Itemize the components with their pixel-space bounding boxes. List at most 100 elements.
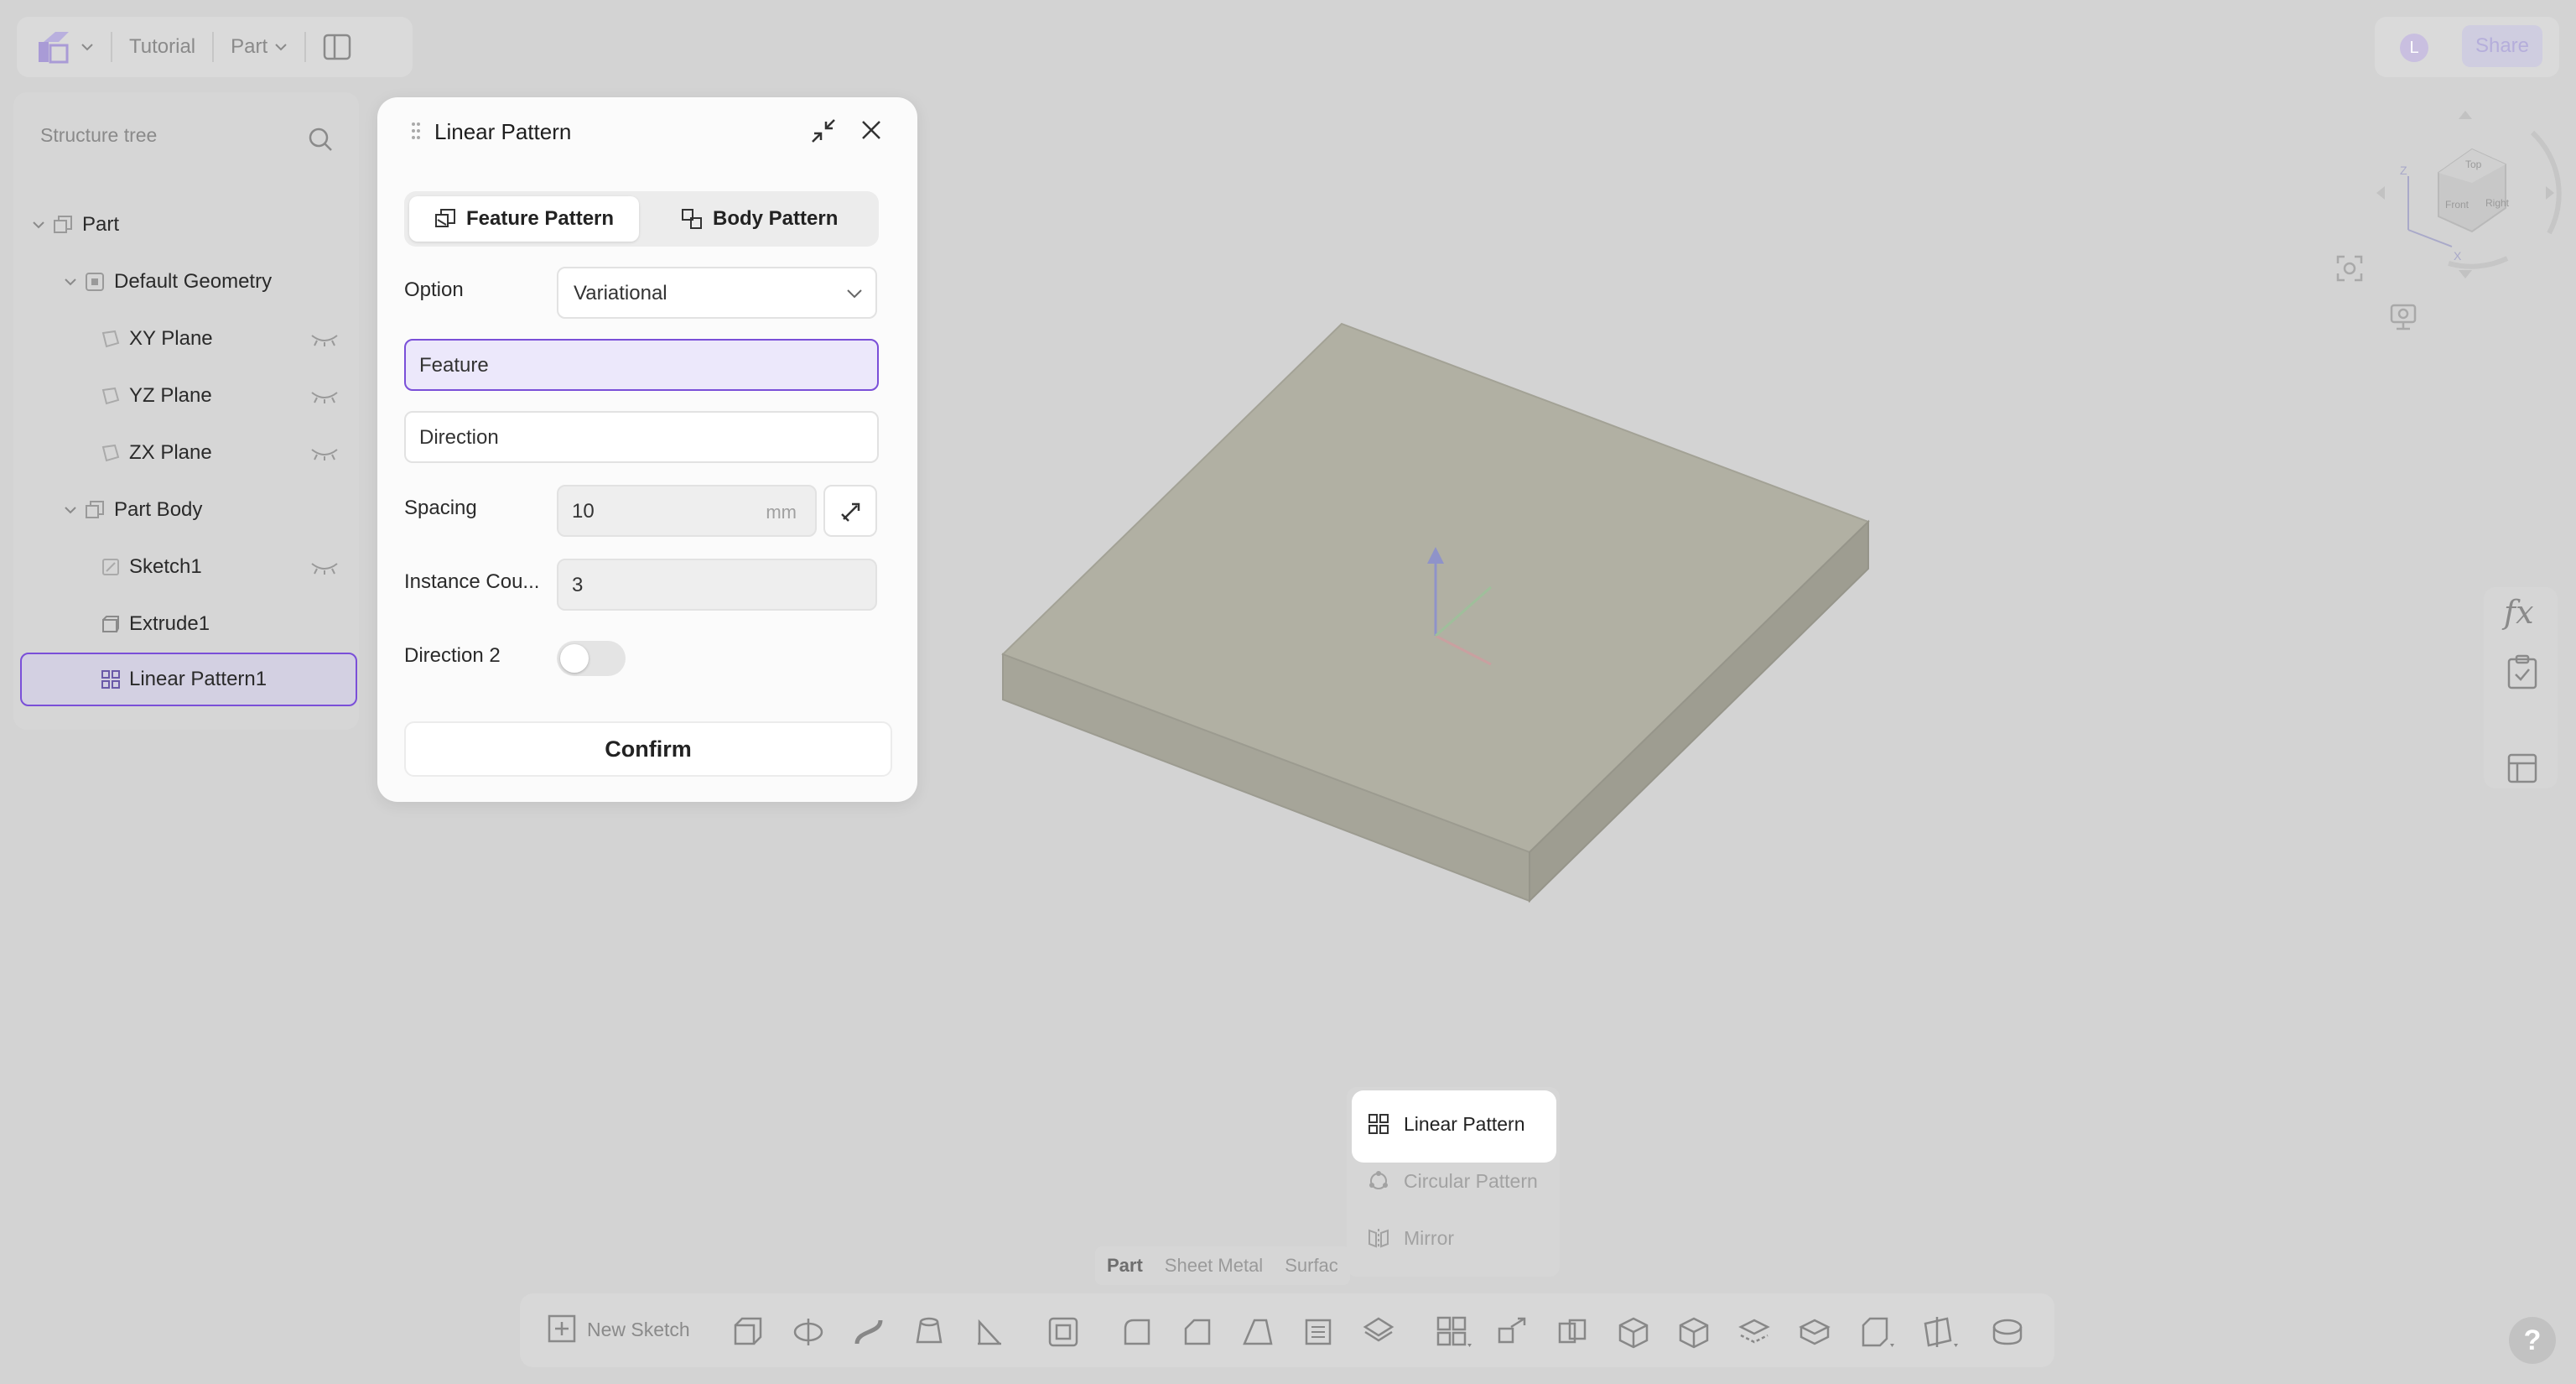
direction-field-text: Direction: [419, 426, 499, 449]
direction2-label: Direction 2: [404, 644, 501, 667]
formula-button[interactable]: fx: [2504, 594, 2534, 631]
fit-view-icon[interactable]: [2334, 253, 2365, 284]
measure-pick-button[interactable]: [823, 485, 877, 537]
option-select[interactable]: Variational: [557, 267, 877, 319]
drag-handle-icon[interactable]: [411, 121, 421, 144]
tree-item-label: XY Plane: [129, 327, 213, 350]
menu-item-circular-pattern[interactable]: Circular Pattern: [1367, 1169, 1538, 1193]
split-icon[interactable]: [1737, 1315, 1771, 1349]
tree-item-zx-plane[interactable]: ZX Plane: [101, 428, 212, 478]
confirm-button[interactable]: Confirm: [404, 721, 892, 777]
eye-closed-icon[interactable]: [310, 446, 339, 461]
loft-icon[interactable]: [912, 1315, 946, 1349]
sweep-icon[interactable]: [852, 1315, 886, 1349]
spacing-input[interactable]: 10 mm: [557, 485, 817, 537]
menu-item-mirror[interactable]: Mirror: [1367, 1226, 1454, 1250]
circular-pattern-icon: [1369, 1171, 1388, 1189]
checklist-icon[interactable]: [2506, 654, 2539, 691]
chevron-down-icon: [65, 507, 76, 514]
chevron-down-icon: [847, 289, 862, 299]
svg-text:Right: Right: [2485, 197, 2510, 209]
instance-count-input[interactable]: 3: [557, 559, 877, 611]
revolve-icon[interactable]: [792, 1315, 825, 1349]
divider: [304, 32, 307, 62]
combine-icon[interactable]: [1556, 1315, 1590, 1349]
body-pattern-icon: [682, 209, 702, 229]
display-mode-icon[interactable]: [2388, 302, 2418, 332]
breadcrumb-tutorial[interactable]: Tutorial: [129, 35, 195, 59]
help-button[interactable]: ?: [2509, 1317, 2556, 1364]
tree-item-sketch1[interactable]: Sketch1: [101, 542, 202, 592]
share-button[interactable]: Share: [2462, 25, 2542, 67]
tree-item-part[interactable]: Part: [32, 200, 119, 250]
tab-sheet-metal[interactable]: Sheet Metal: [1165, 1255, 1263, 1277]
thread-icon[interactable]: [1362, 1315, 1395, 1349]
linear-pattern-icon: [1368, 1114, 1389, 1134]
fillet-icon[interactable]: [1120, 1315, 1154, 1349]
collapse-icon[interactable]: [810, 117, 837, 144]
svg-text:Top: Top: [2465, 159, 2482, 170]
svg-text:Z: Z: [2400, 164, 2407, 177]
measure-icon[interactable]: [1991, 1315, 2024, 1349]
new-sketch-button[interactable]: New Sketch: [547, 1314, 690, 1345]
tab-surface[interactable]: Surfac: [1285, 1255, 1338, 1277]
extrude-icon: [102, 616, 119, 632]
draft-icon[interactable]: [1241, 1315, 1275, 1349]
close-icon[interactable]: [859, 117, 884, 143]
panel-toggle-icon[interactable]: [323, 33, 351, 61]
tab-part[interactable]: Part: [1107, 1255, 1143, 1277]
feature-selection-field[interactable]: Feature: [404, 339, 879, 391]
pattern-menu-icon[interactable]: [1436, 1315, 1472, 1349]
tree-item-xy-plane[interactable]: XY Plane: [101, 314, 213, 364]
plane-icon: [101, 330, 120, 348]
body-icon: [86, 501, 104, 518]
eye-closed-icon[interactable]: [310, 389, 339, 404]
avatar[interactable]: L: [2400, 34, 2428, 62]
menu-item-linear-pattern[interactable]: Linear Pattern: [1367, 1112, 1524, 1136]
solid-icon[interactable]: [1677, 1315, 1711, 1349]
option-label: Option: [404, 278, 464, 301]
svg-text:Front: Front: [2445, 199, 2470, 211]
sketch-plane-icon[interactable]: [1922, 1315, 1959, 1349]
tree-item-label: Part: [82, 213, 120, 236]
top-bar: Tutorial Part: [17, 17, 413, 77]
eye-closed-icon[interactable]: [310, 332, 339, 347]
model-viewport[interactable]: [989, 310, 1878, 914]
tree-item-label: Part Body: [114, 498, 203, 521]
divider: [111, 32, 112, 62]
tree-item-yz-plane[interactable]: YZ Plane: [101, 371, 212, 421]
hole-icon[interactable]: [1301, 1315, 1335, 1349]
option-select-value: Variational: [574, 282, 667, 304]
geometry-icon: [86, 273, 104, 291]
tree-item-linear-pattern1[interactable]: Linear Pattern1: [101, 654, 267, 705]
feature-pattern-icon: [435, 209, 455, 227]
move-body-icon[interactable]: [1496, 1315, 1530, 1349]
box-icon[interactable]: [1617, 1315, 1650, 1349]
chevron-down-icon: [65, 278, 76, 286]
rib-icon[interactable]: [973, 1315, 1006, 1349]
tree-item-label: YZ Plane: [129, 384, 212, 407]
reference-geometry-icon[interactable]: [1858, 1315, 1895, 1349]
extrude-icon[interactable]: [731, 1315, 765, 1349]
tree-item-default-geometry[interactable]: Default Geometry: [64, 257, 272, 307]
library-icon[interactable]: [2506, 752, 2539, 785]
part-mode-dropdown[interactable]: Part: [231, 35, 288, 59]
tab-feature-pattern-label-wrap: Feature Pattern: [433, 206, 614, 232]
search-icon[interactable]: [307, 126, 334, 153]
direction2-toggle[interactable]: [557, 641, 626, 676]
shell-icon[interactable]: [1046, 1315, 1080, 1349]
chamfer-icon[interactable]: [1181, 1315, 1214, 1349]
app-menu-button[interactable]: [37, 30, 94, 64]
eye-closed-icon[interactable]: [310, 560, 339, 575]
tree-item-part-body[interactable]: Part Body: [64, 485, 202, 535]
thicken-icon[interactable]: [1798, 1315, 1831, 1349]
tree-item-label: Default Geometry: [114, 270, 273, 293]
chevron-down-icon: [81, 44, 93, 51]
view-cube-icon[interactable]: Top Front Right Z X: [2365, 99, 2566, 292]
mirror-icon: [1368, 1229, 1389, 1248]
tab-body-pattern[interactable]: Body Pattern: [679, 206, 838, 232]
tree-item-extrude1[interactable]: Extrude1: [101, 599, 210, 649]
direction-selection-field[interactable]: Direction: [404, 411, 879, 463]
tab-body-pattern-label: Body Pattern: [713, 207, 839, 230]
linear-pattern-icon: [101, 670, 120, 689]
